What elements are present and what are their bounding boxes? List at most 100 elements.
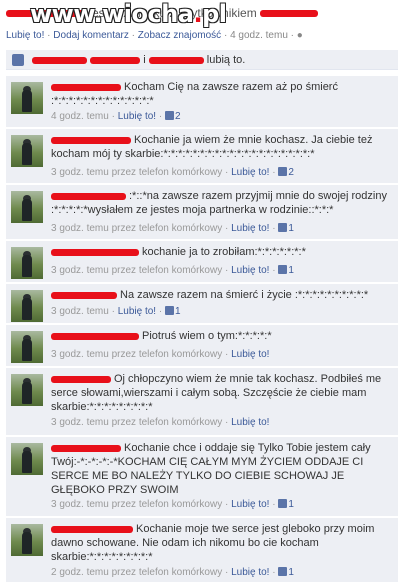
comment-meta: 3 godz. temu przez telefon komórkowy · L… xyxy=(51,223,294,234)
comment-time: 2 godz. temu xyxy=(51,567,109,578)
comment-item: Kochanie chce i oddaje się Tylko Tobie j… xyxy=(6,437,398,517)
comment-body: Kochanie moje twe serce jest gleboko prz… xyxy=(51,522,394,564)
comment-meta: 3 godz. temu przez telefon komórkowy · L… xyxy=(51,499,294,510)
redacted-name[interactable] xyxy=(51,248,139,256)
thumbs-up-icon xyxy=(12,54,24,67)
comment-body: kochanie ja to zrobiłam:*:*:*:*:*:*:* xyxy=(51,245,394,259)
redacted-name[interactable] xyxy=(90,56,141,64)
post-time: 4 godz. temu xyxy=(230,30,288,41)
like-count[interactable]: 1 xyxy=(278,223,294,234)
comment-item: Na zawsze razem na śmierć i życie :*:*:*… xyxy=(6,284,398,324)
comment-body: Piotruś wiem o tym:*:*:*:*:* xyxy=(51,329,394,343)
thumbs-up-icon xyxy=(278,223,288,232)
comment-like-link[interactable]: Lubię to! xyxy=(231,223,269,234)
comment-item: Piotruś wiem o tym:*:*:*:*:* 3 godz. temu… xyxy=(6,325,398,367)
redacted-name[interactable] xyxy=(32,56,88,64)
comment-item: Oj chłopczyno wiem że mnie tak kochasz. … xyxy=(6,368,398,436)
comment-text: Piotruś wiem o tym:*:*:*:*:* xyxy=(142,330,272,342)
comment-body: Kochanie chce i oddaje się Tylko Tobie j… xyxy=(51,441,394,497)
comment-body: :*::*na zawsze razem przyjmij mnie do sw… xyxy=(51,189,394,217)
redacted-name[interactable] xyxy=(148,56,204,64)
thumbs-up-icon xyxy=(164,306,174,315)
thumbs-up-icon xyxy=(278,499,288,508)
comment-time: 3 godz. temu xyxy=(51,306,109,317)
avatar[interactable] xyxy=(11,290,43,322)
avatar[interactable] xyxy=(11,374,43,406)
redacted-name[interactable] xyxy=(51,332,139,340)
watermark-logo: www.wiocha.pl xyxy=(30,0,227,28)
avatar[interactable] xyxy=(11,191,43,223)
see-friendship-link[interactable]: Zobacz znajomość xyxy=(138,30,221,41)
thumbs-up-icon xyxy=(278,167,288,176)
avatar[interactable] xyxy=(11,524,43,556)
comment-body: Kochanie ja wiem że mnie kochasz. Ja cie… xyxy=(51,133,394,161)
avatar[interactable] xyxy=(11,135,43,167)
redacted-name[interactable] xyxy=(51,83,121,91)
post-header: jest w związku z użytkownikiem Lubię to!… xyxy=(0,0,402,48)
via-mobile: przez telefon komórkowy xyxy=(111,499,223,510)
comment-like-link[interactable]: Lubię to! xyxy=(231,167,269,178)
thumbs-up-icon xyxy=(278,567,288,576)
avatar[interactable] xyxy=(11,82,43,114)
comment-item: kochanie ja to zrobiłam:*:*:*:*:*:*:* 3 g… xyxy=(6,241,398,283)
comment-item: Kochanie moje twe serce jest gleboko prz… xyxy=(6,518,398,583)
likes-bar: i lubią to. xyxy=(6,50,398,70)
comment-meta: 3 godz. temu przez telefon komórkowy · L… xyxy=(51,349,270,360)
comment-like-link[interactable]: Lubię to! xyxy=(118,111,156,122)
comment-like-link[interactable]: Lubię to! xyxy=(231,417,269,428)
comment-time: 4 godz. temu xyxy=(51,111,109,122)
avatar[interactable] xyxy=(11,331,43,363)
redacted-name[interactable] xyxy=(51,136,131,144)
comment-like-link[interactable]: Lubię to! xyxy=(231,499,269,510)
like-count[interactable]: 1 xyxy=(164,306,181,317)
redacted-name xyxy=(260,10,319,18)
comment-item: :*::*na zawsze razem przyjmij mnie do sw… xyxy=(6,185,398,240)
comment-body: Oj chłopczyno wiem że mnie tak kochasz. … xyxy=(51,372,394,414)
comment-like-link[interactable]: Lubię to! xyxy=(231,567,269,578)
comment-like-link[interactable]: Lubię to! xyxy=(231,265,269,276)
like-count[interactable]: 1 xyxy=(278,567,294,578)
like-count[interactable]: 2 xyxy=(278,167,294,178)
thumbs-up-icon xyxy=(164,111,174,120)
redacted-name[interactable] xyxy=(51,192,126,200)
via-mobile: przez telefon komórkowy xyxy=(111,349,223,360)
comment-time: 3 godz. temu xyxy=(51,417,109,428)
comment-text: kochanie ja to zrobiłam:*:*:*:*:*:*:* xyxy=(142,246,306,258)
comment-time: 3 godz. temu xyxy=(51,265,109,276)
comment-meta: 2 godz. temu przez telefon komórkowy · L… xyxy=(51,567,294,578)
comment-time: 3 godz. temu xyxy=(51,223,109,234)
via-mobile: przez telefon komórkowy xyxy=(111,167,223,178)
comment-item: Kocham Cię na zawsze razem aż po śmierć … xyxy=(6,76,398,128)
redacted-name[interactable] xyxy=(51,525,133,533)
comment-like-link[interactable]: Lubię to! xyxy=(118,306,156,317)
comment-time: 3 godz. temu xyxy=(51,499,109,510)
comment-meta: 3 godz. temu przez telefon komórkowy · L… xyxy=(51,265,294,276)
comment-time: 3 godz. temu xyxy=(51,349,109,360)
comment-meta: 3 godz. temu przez telefon komórkowy · L… xyxy=(51,417,270,428)
redacted-name[interactable] xyxy=(51,291,117,299)
thumbs-up-icon xyxy=(278,265,288,274)
comment-body: Kocham Cię na zawsze razem aż po śmierć … xyxy=(51,80,394,108)
comment-time: 3 godz. temu xyxy=(51,167,109,178)
like-count[interactable]: 1 xyxy=(278,499,294,510)
post-actions: Lubię to! · Dodaj komentarz · Zobacz zna… xyxy=(6,30,303,41)
like-count[interactable]: 1 xyxy=(278,265,294,276)
comment-text: Na zawsze razem na śmierć i życie :*:*:*… xyxy=(120,289,369,301)
like-count[interactable]: 2 xyxy=(164,111,181,122)
comment-meta: 3 godz. temu przez telefon komórkowy · L… xyxy=(51,167,294,178)
like-link[interactable]: Lubię to! xyxy=(6,30,44,41)
comment-meta: 4 godz. temu · Lubię to! · 2 xyxy=(51,111,181,122)
comment-item: Kochanie ja wiem że mnie kochasz. Ja cie… xyxy=(6,129,398,184)
comment-link[interactable]: Dodaj komentarz xyxy=(53,30,129,41)
via-mobile: przez telefon komórkowy xyxy=(111,223,223,234)
avatar[interactable] xyxy=(11,247,43,279)
redacted-name[interactable] xyxy=(51,375,111,383)
comment-body: Na zawsze razem na śmierć i życie :*:*:*… xyxy=(51,288,394,302)
redacted-name[interactable] xyxy=(51,444,121,452)
avatar[interactable] xyxy=(11,443,43,475)
via-mobile: przez telefon komórkowy xyxy=(111,417,223,428)
via-mobile: przez telefon komórkowy xyxy=(111,567,223,578)
via-mobile: przez telefon komórkowy xyxy=(111,265,223,276)
comment-like-link[interactable]: Lubię to! xyxy=(231,349,269,360)
comment-meta: 3 godz. temu · Lubię to! · 1 xyxy=(51,306,181,317)
